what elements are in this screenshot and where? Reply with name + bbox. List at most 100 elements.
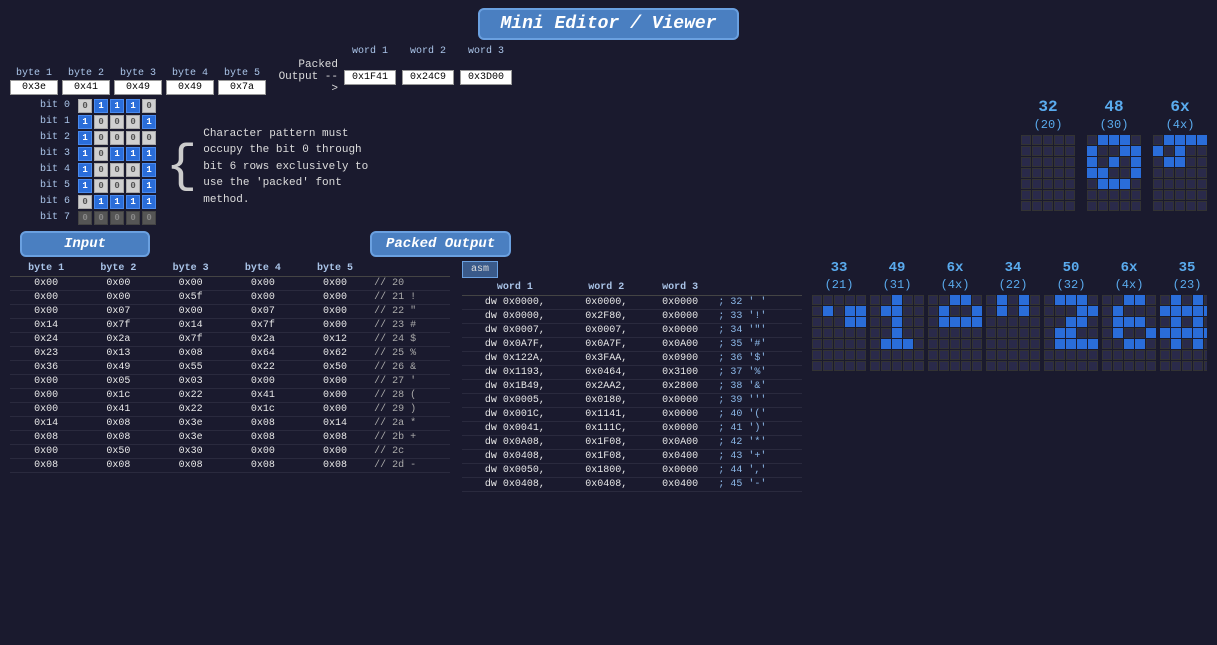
input-cell-13-3: 0x08: [227, 459, 299, 473]
output-cell-11-1: 0x1F08,: [568, 450, 645, 464]
char-px-bottom-4-6-1: [881, 361, 891, 371]
output-cell-3-0: dw 0x0A7F,: [462, 338, 568, 352]
char-px-bottom-5-2-3: [961, 317, 971, 327]
char-px-bottom-4-1-2: [892, 306, 902, 316]
char-px-bottom-9-3-2: [1182, 328, 1192, 338]
input-cell-5-0: 0x23: [10, 347, 82, 361]
char-row-bottom-6-2: [986, 317, 1040, 327]
char-px-bottom-3-0-1: [823, 295, 833, 305]
char-px-bottom-3-1-3: [845, 306, 855, 316]
char-px-bottom-5-1-4: [972, 306, 982, 316]
input-cell-8-5: // 28 (: [371, 389, 450, 403]
char-px-bottom-3-6-4: [856, 361, 866, 371]
bit-cell-3-3: 1: [126, 147, 140, 161]
char-px-bottom-6-0-3: [1019, 295, 1029, 305]
char-row-2-4: [1153, 179, 1207, 189]
output-table-body: dw 0x0000,0x0000,0x0000; 32 ' 'dw 0x0000…: [462, 296, 802, 492]
input-cell-3-3: 0x7f: [227, 319, 299, 333]
output-cell-2-1: 0x0007,: [568, 324, 645, 338]
viz-char-bottom-8: 6x(4x): [1102, 261, 1156, 643]
char-px-bottom-8-1-2: [1124, 306, 1134, 316]
char-px-1-2-2: [1109, 157, 1119, 167]
char-px-0-6-2: [1043, 201, 1053, 211]
char-px-bottom-5-5-4: [972, 350, 982, 360]
input-cell-3-0: 0x14: [10, 319, 82, 333]
char-px-bottom-9-5-0: [1160, 350, 1170, 360]
char-row-bottom-5-5: [928, 350, 982, 360]
char-row-bottom-7-0: [1044, 295, 1098, 305]
char-px-bottom-6-0-1: [997, 295, 1007, 305]
char-row-bottom-4-2: [870, 317, 924, 327]
input-cell-10-0: 0x14: [10, 417, 82, 431]
output-cell-1-1: 0x2F80,: [568, 310, 645, 324]
output-col-word2: word 2: [568, 280, 645, 296]
char-num-bottom-5: 6x: [947, 261, 964, 275]
char-row-bottom-6-4: [986, 339, 1040, 349]
char-px-bottom-7-4-2: [1066, 339, 1076, 349]
input-cell-8-1: 0x1c: [82, 389, 154, 403]
char-px-bottom-5-5-1: [939, 350, 949, 360]
char-px-0-0-1: [1032, 135, 1042, 145]
input-col-byte4: byte 4: [227, 261, 299, 277]
asm-tab[interactable]: asm: [462, 261, 498, 278]
word1-label: word 1: [344, 46, 396, 57]
char-px-2-3-3: [1186, 168, 1196, 178]
bit-row-4: 10001: [78, 163, 156, 177]
char-px-bottom-4-2-4: [914, 317, 924, 327]
char-px-bottom-4-0-2: [892, 295, 902, 305]
input-cell-1-0: 0x00: [10, 291, 82, 305]
char-sub-0: (20): [1034, 119, 1063, 131]
char-px-bottom-5-6-2: [950, 361, 960, 371]
char-px-bottom-9-1-0: [1160, 306, 1170, 316]
input-cell-2-2: 0x00: [154, 305, 226, 319]
char-px-bottom-4-3-3: [903, 328, 913, 338]
char-px-bottom-8-4-0: [1102, 339, 1112, 349]
char-row-1-2: [1087, 157, 1141, 167]
char-px-bottom-3-3-4: [856, 328, 866, 338]
char-px-bottom-5-4-2: [950, 339, 960, 349]
char-sub-bottom-8: (4x): [1115, 279, 1144, 291]
char-px-1-2-3: [1120, 157, 1130, 167]
char-px-0-3-0: [1021, 168, 1031, 178]
char-px-bottom-9-6-2: [1182, 361, 1192, 371]
char-px-0-0-4: [1065, 135, 1075, 145]
input-cell-13-4: 0x08: [299, 459, 371, 473]
input-cell-0-2: 0x00: [154, 277, 226, 291]
input-cell-1-5: // 21 !: [371, 291, 450, 305]
char-px-bottom-3-3-1: [823, 328, 833, 338]
table-row: dw 0x0A7F,0x0A7F,0x0A00; 35 '#': [462, 338, 802, 352]
input-table-header-row: byte 1 byte 2 byte 3 byte 4 byte 5: [10, 261, 450, 277]
bit-cell-0-3: 1: [126, 99, 140, 113]
char-px-0-1-0: [1021, 146, 1031, 156]
output-cell-5-1: 0x0464,: [568, 366, 645, 380]
input-cell-0-4: 0x00: [299, 277, 371, 291]
char-px-bottom-9-1-3: [1193, 306, 1203, 316]
char-px-bottom-3-1-0: [812, 306, 822, 316]
char-row-0-2: [1021, 157, 1075, 167]
char-row-0-3: [1021, 168, 1075, 178]
bit-cell-7-4: 0: [142, 211, 156, 225]
table-row: dw 0x0A08,0x1F08,0x0A00; 42 '*': [462, 436, 802, 450]
char-grid-2: [1153, 135, 1207, 211]
char-px-bottom-5-4-1: [939, 339, 949, 349]
char-row-1-5: [1087, 190, 1141, 200]
input-cell-4-4: 0x12: [299, 333, 371, 347]
char-px-bottom-7-6-0: [1044, 361, 1054, 371]
char-px-bottom-6-0-0: [986, 295, 996, 305]
byte3-value: 0x49: [114, 80, 162, 95]
char-px-bottom-9-6-3: [1193, 361, 1203, 371]
byte4-value: 0x49: [166, 80, 214, 95]
char-px-bottom-4-5-2: [892, 350, 902, 360]
char-px-bottom-5-3-3: [961, 328, 971, 338]
char-px-bottom-7-0-0: [1044, 295, 1054, 305]
bit-cell-1-1: 0: [94, 115, 108, 129]
char-px-bottom-8-4-4: [1146, 339, 1156, 349]
char-row-bottom-6-5: [986, 350, 1040, 360]
bit-cell-0-0: 0: [78, 99, 92, 113]
byte5-value: 0x7a: [218, 80, 266, 95]
input-cell-12-0: 0x00: [10, 445, 82, 459]
input-cell-8-4: 0x00: [299, 389, 371, 403]
char-px-0-3-3: [1054, 168, 1064, 178]
char-row-1-1: [1087, 146, 1141, 156]
char-sub-bottom-6: (22): [999, 279, 1028, 291]
